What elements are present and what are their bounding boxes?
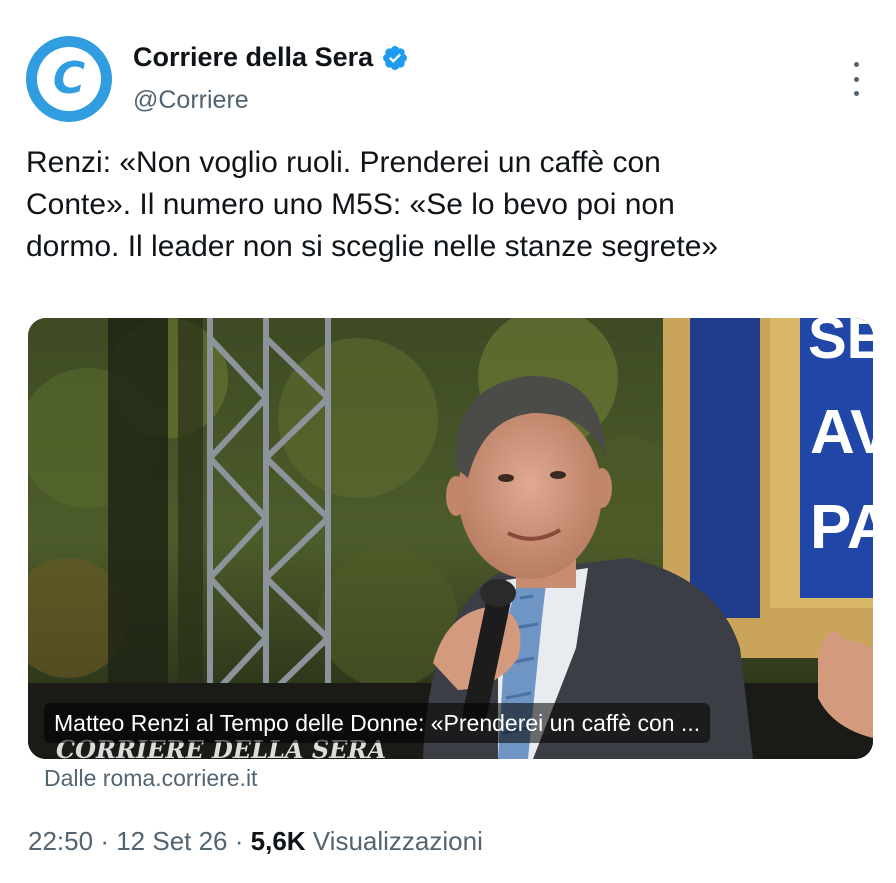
tweet-time[interactable]: 22:50 xyxy=(28,826,93,856)
avatar-letter: C xyxy=(52,53,86,104)
banner-text-1: SE xyxy=(808,318,873,371)
handle[interactable]: @Corriere xyxy=(133,86,249,115)
more-options-icon[interactable] xyxy=(846,62,866,96)
card-source[interactable]: Dalle roma.corriere.it xyxy=(44,765,257,792)
views-label: Visualizzazioni xyxy=(312,826,483,856)
tweet-text: Renzi: «Non voglio ruoli. Prenderei un c… xyxy=(26,146,719,263)
name-row: Corriere della Sera xyxy=(133,42,409,73)
tweet-meta: 22:50 · 12 Set 26 · 5,6K Visualizzazioni xyxy=(28,826,483,857)
views-count: 5,6K xyxy=(250,826,306,856)
separator-dot: · xyxy=(100,826,117,856)
display-name[interactable]: Corriere della Sera xyxy=(133,42,373,73)
banner-text-2: AV xyxy=(810,398,873,467)
banner-text-3: PA xyxy=(810,493,873,562)
article-photo: SE AV PA CORRIERE DELLA SERA xyxy=(28,318,873,759)
card-caption: Matteo Renzi al Tempo delle Donne: «Pren… xyxy=(44,703,711,743)
avatar-ring: C xyxy=(37,47,101,111)
verified-badge-icon xyxy=(383,45,408,70)
tweet-date[interactable]: 12 Set 26 xyxy=(116,826,227,856)
avatar[interactable]: C xyxy=(26,36,112,122)
separator-dot: · xyxy=(234,826,251,856)
link-card[interactable]: SE AV PA CORRIERE DELLA SERA Matteo Renz… xyxy=(28,318,873,759)
